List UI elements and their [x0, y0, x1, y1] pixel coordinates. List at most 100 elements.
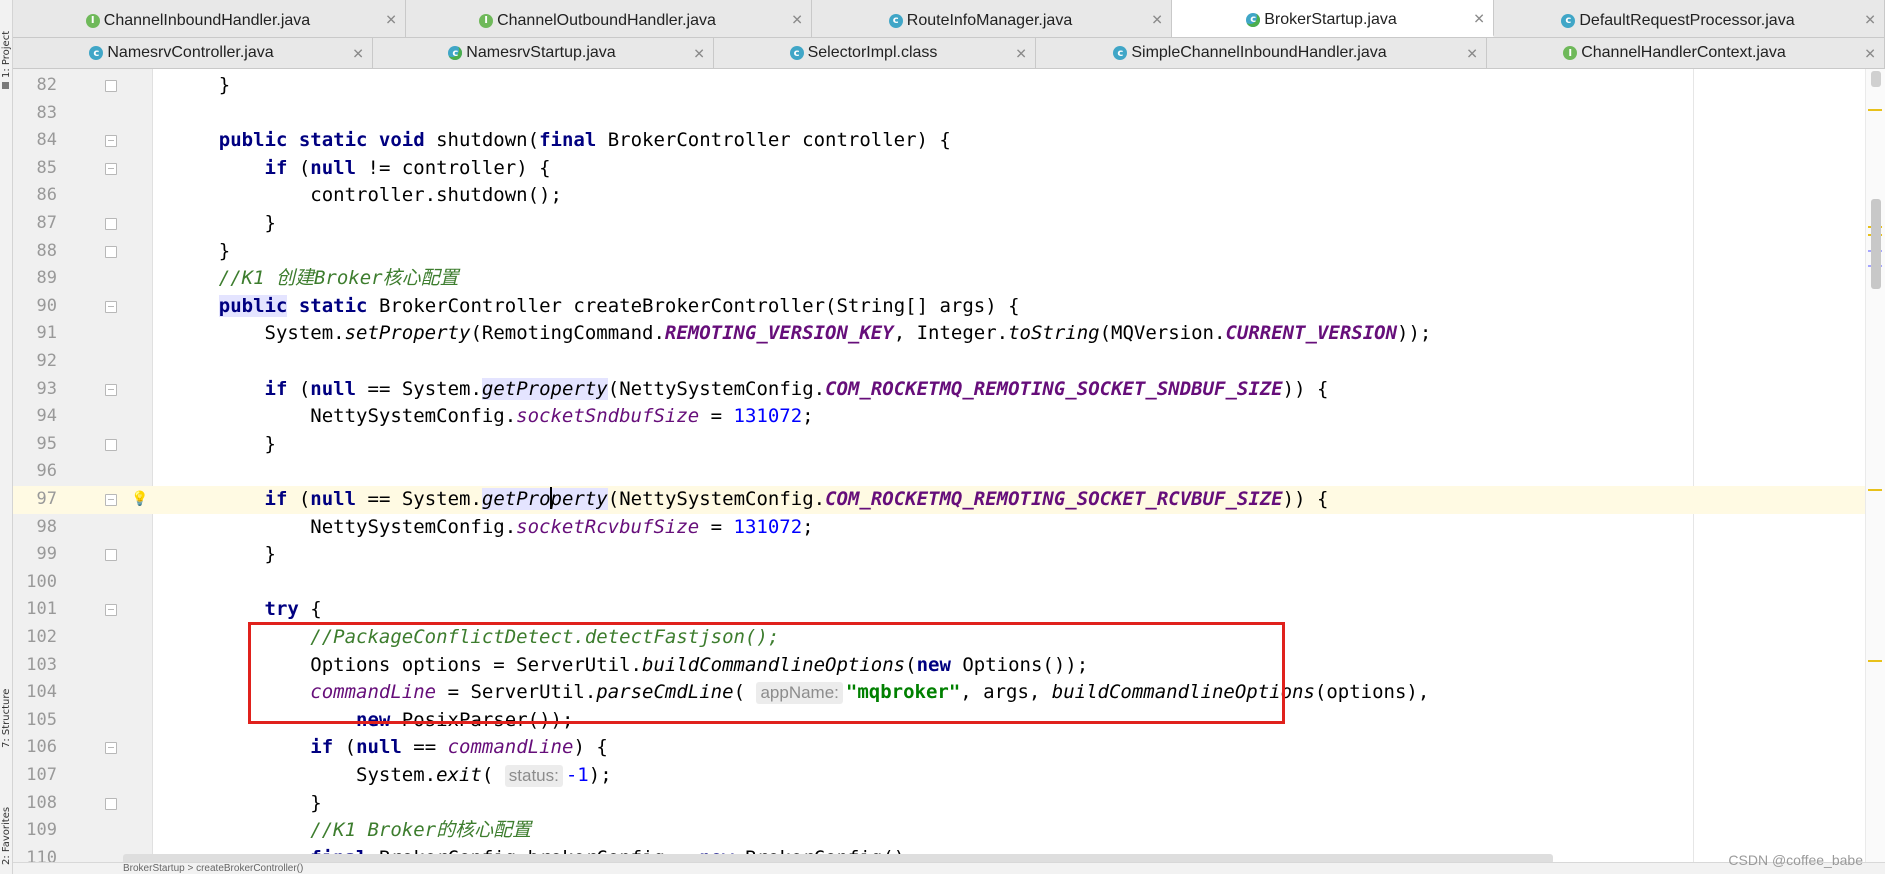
fold-marker-icon[interactable]: [105, 162, 117, 175]
code-text: try {: [264, 598, 322, 621]
tab-label: SelectorImpl.class: [807, 44, 938, 61]
tab-selector-impl[interactable]: c SelectorImpl.class ✕: [714, 38, 1036, 68]
code-text: if (null == System.getProperty(NettySyst…: [264, 487, 1329, 510]
fold-marker-icon[interactable]: [105, 245, 117, 258]
fold-marker-icon[interactable]: [105, 494, 117, 506]
code-line: 106 if (null == commandLine) {: [13, 734, 1885, 762]
line-number: 107: [26, 765, 57, 785]
tab-broker-startup[interactable]: c BrokerStartup.java ✕: [1172, 0, 1494, 37]
line-number: 92: [36, 351, 57, 371]
fold-marker-icon[interactable]: [105, 797, 117, 810]
line-number: 102: [26, 627, 57, 647]
tab-channel-handler-context[interactable]: I ChannelHandlerContext.java ✕: [1487, 38, 1885, 68]
fold-marker-icon[interactable]: [105, 135, 117, 148]
fold-marker-icon[interactable]: [105, 549, 117, 562]
close-icon[interactable]: ✕: [1473, 10, 1485, 27]
code-text: }: [173, 212, 276, 234]
code-text: }: [173, 543, 276, 566]
code-line: 84 public static void shutdown(final Bro…: [13, 127, 1885, 155]
code-text: //K1 创建Broker核心配置: [218, 267, 459, 290]
code-text: }: [173, 432, 276, 455]
tab-route-info-manager[interactable]: c RouteInfoManager.java ✕: [812, 0, 1172, 37]
code-line: 94 NettySystemConfig.socketSndbufSize = …: [13, 403, 1885, 431]
tab-label: RouteInfoManager.java: [906, 11, 1073, 29]
line-number: 89: [36, 268, 57, 289]
structure-tool-tab[interactable]: 7: Structure: [0, 660, 13, 755]
line-number: 101: [26, 599, 57, 620]
interface-icon: I: [1563, 46, 1578, 60]
close-icon[interactable]: ✕: [693, 45, 705, 62]
code-line: 92: [13, 348, 1885, 376]
code-text: public static void shutdown(final Broker…: [218, 129, 951, 152]
main-class-icon: c: [448, 46, 463, 60]
code-text: //K1 Broker的核心配置: [310, 819, 532, 842]
code-line: 93 if (null == System.getProperty(NettyS…: [13, 376, 1885, 404]
close-icon[interactable]: ✕: [1864, 11, 1876, 28]
project-tool-tab[interactable]: 1: Project: [0, 0, 13, 90]
line-number: 103: [26, 654, 57, 675]
editor-tabs-row-2: c NamesrvController.java ✕ c NamesrvStar…: [13, 38, 1885, 69]
tab-channel-inbound-handler[interactable]: I ChannelInboundHandler.java ✕: [13, 0, 406, 37]
tab-default-request-processor[interactable]: c DefaultRequestProcessor.java ✕: [1494, 0, 1885, 37]
close-icon[interactable]: ✕: [1015, 45, 1027, 62]
line-number: 104: [26, 682, 57, 703]
line-number: 109: [26, 820, 57, 841]
error-stripe[interactable]: [1865, 69, 1885, 874]
line-number: 87: [36, 213, 57, 233]
tool-window-strip: 1: Project 7: Structure 2: Favorites: [0, 0, 13, 874]
close-icon[interactable]: ✕: [1151, 11, 1163, 28]
fold-marker-icon[interactable]: [105, 300, 117, 313]
tab-namesrv-startup[interactable]: c NamesrvStartup.java ✕: [373, 38, 714, 68]
close-icon[interactable]: ✕: [385, 11, 397, 28]
line-number: 82: [36, 75, 57, 95]
close-icon[interactable]: ✕: [1466, 45, 1478, 62]
favorites-tool-tab[interactable]: 2: Favorites: [0, 785, 13, 874]
code-line: 107 System.exit( status: -1);: [13, 762, 1885, 790]
vertical-scrollbar-thumb[interactable]: [1871, 199, 1881, 289]
code-line: 89 //K1 创建Broker核心配置: [13, 265, 1885, 293]
interface-icon: I: [85, 13, 100, 28]
tab-namesrv-controller[interactable]: c NamesrvController.java ✕: [13, 38, 373, 68]
structure-tool-label: 7: Structure: [1, 688, 12, 748]
line-number: 90: [36, 295, 57, 316]
code-editor[interactable]: 82 } 83 84 public static void shutdown(f…: [13, 69, 1885, 874]
code-line: 95 }: [13, 431, 1885, 459]
fold-marker-icon[interactable]: [105, 438, 117, 451]
close-icon[interactable]: ✕: [1864, 45, 1876, 62]
warning-marker[interactable]: [1868, 660, 1882, 662]
tab-channel-outbound-handler[interactable]: I ChannelOutboundHandler.java ✕: [406, 0, 812, 37]
breadcrumb[interactable]: BrokerStartup > createBrokerController(): [13, 862, 1885, 874]
tab-label: NamesrvStartup.java: [466, 44, 616, 61]
tab-label: ChannelOutboundHandler.java: [497, 11, 716, 29]
code-line: 109 //K1 Broker的核心配置: [13, 817, 1885, 845]
class-icon: c: [888, 13, 903, 28]
lightbulb-icon[interactable]: 💡: [131, 490, 148, 507]
class-icon: c: [89, 46, 104, 60]
class-icon: c: [1113, 46, 1128, 60]
line-number: 95: [36, 433, 57, 454]
code-text: }: [173, 239, 231, 262]
fold-marker-icon[interactable]: [105, 383, 117, 396]
fold-marker-icon[interactable]: [105, 218, 117, 230]
code-text: if (null == commandLine) {: [310, 736, 608, 759]
fold-marker-icon[interactable]: [105, 742, 117, 755]
code-line: 91 System.setProperty(RemotingCommand.RE…: [13, 320, 1885, 348]
code-line: 88 }: [13, 238, 1885, 266]
tab-simple-channel-inbound-handler[interactable]: c SimpleChannelInboundHandler.java ✕: [1036, 38, 1487, 68]
code-text: if (null == System.getProperty(NettySyst…: [264, 377, 1329, 400]
fold-marker-icon[interactable]: [105, 604, 117, 617]
warning-marker[interactable]: [1868, 109, 1882, 111]
close-icon[interactable]: ✕: [352, 45, 364, 62]
fold-marker-icon[interactable]: [105, 80, 117, 92]
line-number: 108: [26, 792, 57, 813]
class-icon: c: [789, 46, 804, 60]
code-text: NettySystemConfig.socketRcvbufSize = 131…: [173, 515, 814, 538]
line-number: 105: [26, 709, 57, 730]
close-icon[interactable]: ✕: [791, 11, 803, 28]
warning-marker[interactable]: [1868, 489, 1882, 491]
highlight-box: [248, 622, 1285, 724]
code-line: 90 public static BrokerController create…: [13, 293, 1885, 321]
vertical-scrollbar-thumb[interactable]: [1871, 71, 1881, 87]
line-number: 96: [36, 461, 57, 482]
project-icon: [2, 82, 9, 89]
